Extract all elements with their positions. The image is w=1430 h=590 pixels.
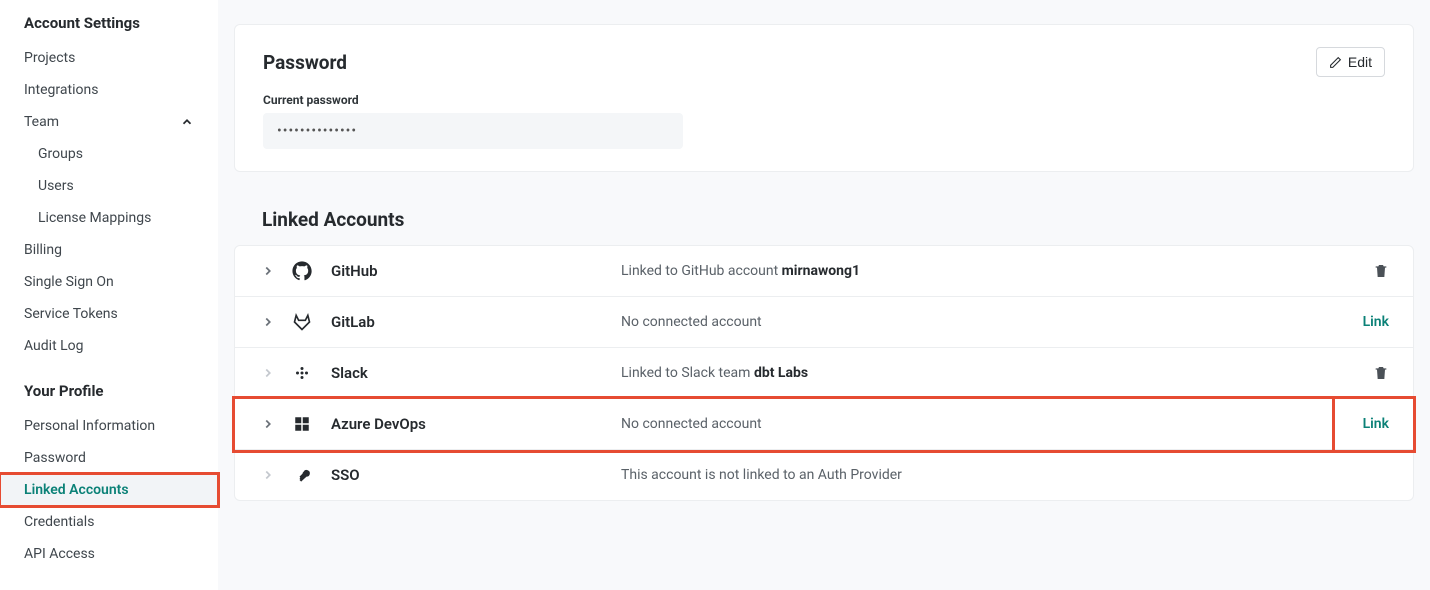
delete-github-button[interactable] [1373,263,1389,279]
nav-sso[interactable]: Single Sign On [0,266,218,298]
current-password-value: •••••••••••••• [263,113,683,149]
edit-password-button[interactable]: Edit [1316,47,1385,77]
nav-personal-info[interactable]: Personal Information [0,410,218,442]
link-label: Link [1363,314,1389,330]
nav-audit-log[interactable]: Audit Log [0,330,218,362]
linked-row-github: GitHub Linked to GitHub account mirnawon… [235,246,1413,297]
provider-name: Azure DevOps [331,415,621,433]
nav-service-tokens[interactable]: Service Tokens [0,298,218,330]
chevron-right-icon[interactable] [259,366,277,380]
provider-name: Slack [331,364,621,382]
slack-icon [291,362,313,384]
status-text: No connected account [621,416,1363,432]
nav-team[interactable]: Team [0,106,218,138]
current-password-label: Current password [263,93,1385,107]
status-text: Linked to GitHub account mirnawong1 [621,263,1373,279]
main-content: Password Edit Current password •••••••••… [218,0,1430,590]
linked-row-azure-devops: Azure DevOps No connected account Link [235,399,1413,450]
password-panel: Password Edit Current password •••••••••… [234,24,1414,172]
chevron-right-icon[interactable] [259,417,277,431]
status-text: This account is not linked to an Auth Pr… [621,467,1389,483]
linked-row-gitlab: GitLab No connected account Link [235,297,1413,348]
provider-name: GitLab [331,313,621,331]
key-icon [291,464,313,486]
nav-api-access[interactable]: API Access [0,538,218,570]
status-text: No connected account [621,314,1363,330]
nav-users[interactable]: Users [0,170,218,202]
pencil-icon [1329,56,1342,69]
link-label: Link [1363,416,1389,432]
gitlab-icon [291,311,313,333]
linked-accounts-title: Linked Accounts [246,208,1414,231]
nav-credentials[interactable]: Credentials [0,506,218,538]
linked-row-slack: Slack Linked to Slack team dbt Labs [235,348,1413,399]
delete-slack-button[interactable] [1373,365,1389,381]
azure-devops-icon [291,413,313,435]
chevron-up-icon [180,115,194,129]
linked-row-sso: SSO This account is not linked to an Aut… [235,450,1413,500]
nav-password[interactable]: Password [0,442,218,474]
linked-accounts-list: GitHub Linked to GitHub account mirnawon… [234,245,1414,501]
nav-groups[interactable]: Groups [0,138,218,170]
nav-billing[interactable]: Billing [0,234,218,266]
link-azure-button[interactable]: Link [1363,416,1389,432]
nav-integrations[interactable]: Integrations [0,74,218,106]
github-icon [291,260,313,282]
trash-icon [1373,365,1389,381]
link-gitlab-button[interactable]: Link [1363,314,1389,330]
sidebar: Account Settings Projects Integrations T… [0,0,218,590]
edit-label: Edit [1348,54,1372,70]
password-panel-title: Password [263,51,347,74]
provider-name: GitHub [331,262,621,280]
nav-team-label: Team [24,114,59,130]
chevron-right-icon[interactable] [259,468,277,482]
provider-name: SSO [331,466,621,484]
nav-linked-accounts[interactable]: Linked Accounts [0,474,218,506]
status-text: Linked to Slack team dbt Labs [621,365,1373,381]
nav-license-mappings[interactable]: License Mappings [0,202,218,234]
nav-projects[interactable]: Projects [0,42,218,74]
chevron-right-icon[interactable] [259,264,277,278]
chevron-right-icon[interactable] [259,315,277,329]
trash-icon [1373,263,1389,279]
your-profile-header: Your Profile [0,362,218,410]
account-settings-header: Account Settings [0,12,218,42]
